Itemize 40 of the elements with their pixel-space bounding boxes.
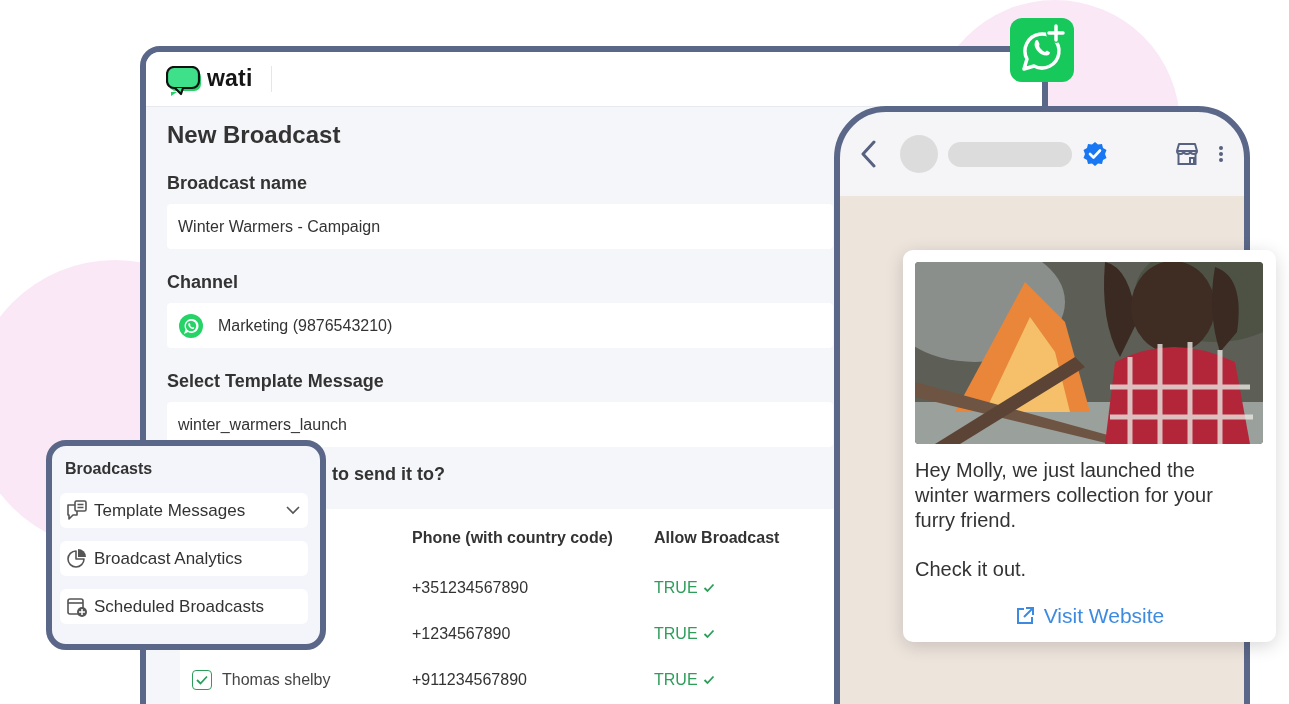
more-menu-icon: [1218, 145, 1224, 163]
storefront-icon: [1174, 142, 1200, 166]
logo-text: wati: [207, 64, 253, 92]
input-field[interactable]: Marketing (9876543210): [167, 303, 833, 348]
back-icon: [860, 140, 876, 168]
page-title: New Broadcast: [167, 120, 342, 150]
menu-title: Broadcasts: [64, 460, 154, 478]
menu-item[interactable]: Template Messages: [60, 493, 308, 528]
check-icon: [702, 675, 715, 685]
input-field[interactable]: winter_warmers_launch: [167, 402, 833, 447]
column-header: Phone (with country code): [412, 529, 614, 547]
table-cell: TRUE: [654, 671, 698, 689]
input-field[interactable]: Winter Warmers - Campaign: [167, 204, 833, 249]
question-label: to send it to?: [332, 463, 445, 485]
table-cell: +911234567890: [412, 671, 527, 688]
message-text: Check it out.: [915, 557, 1028, 582]
field-label: Select Template Message: [167, 370, 385, 392]
checkbox[interactable]: [192, 670, 212, 690]
avatar: [900, 135, 938, 173]
chat-bubble-icon: [166, 66, 202, 98]
table-cell: Thomas shelby: [222, 671, 331, 689]
chat-list-icon: [66, 499, 88, 522]
table-cell: +1234567890: [412, 625, 511, 642]
pie-chart-icon: [66, 547, 88, 570]
table-cell: TRUE: [654, 579, 698, 597]
external-link-icon: [1014, 606, 1035, 626]
column-header: Allow Broadcast: [654, 529, 780, 547]
visit-website-link[interactable]: Visit Website: [1014, 604, 1165, 628]
check-icon: [702, 583, 715, 593]
check-icon: [195, 674, 209, 686]
table-cell: +351234567890: [412, 579, 529, 596]
message-text: Hey Molly, we just launched the winter warmers collection for your furry friend.: [915, 458, 1214, 533]
table-cell: TRUE: [654, 625, 698, 643]
check-icon: [702, 629, 715, 639]
chat-phone-icon: [178, 312, 204, 339]
menu-item[interactable]: Broadcast Analytics: [60, 541, 308, 576]
menu-item[interactable]: Scheduled Broadcasts: [60, 589, 308, 624]
field-label: Channel: [167, 271, 239, 293]
calendar-plus-icon: [66, 595, 88, 618]
field-label: Broadcast name: [167, 172, 309, 194]
